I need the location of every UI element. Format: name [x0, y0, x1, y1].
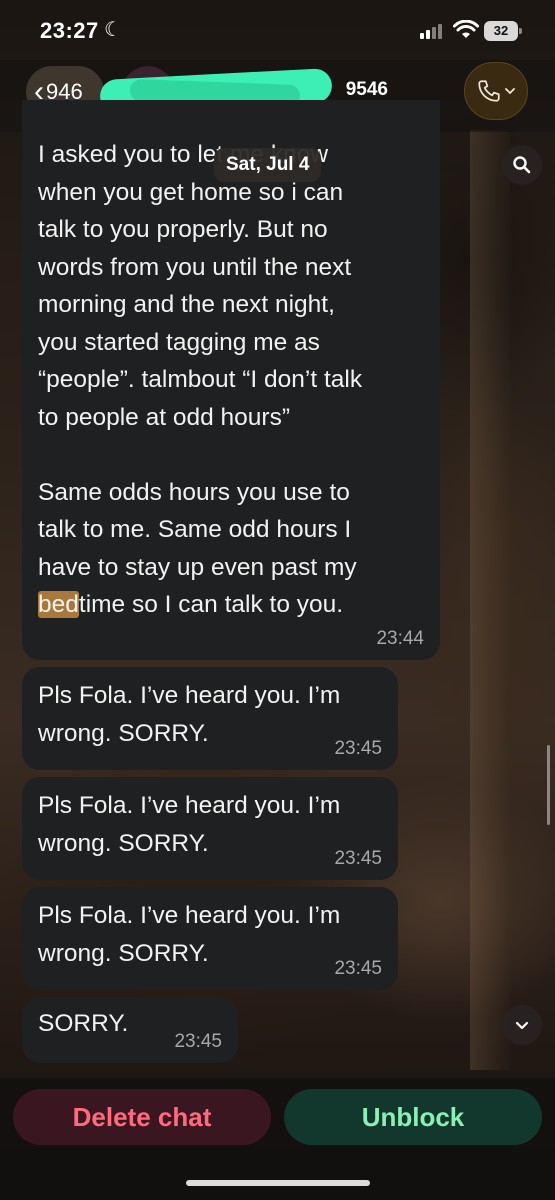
message-bubble[interactable]: I asked you to let me know when you get …: [22, 100, 440, 660]
search-button[interactable]: [502, 145, 542, 185]
message-bubble[interactable]: Pls Fola. I’ve heard you. I’m wrong. SOR…: [22, 887, 398, 990]
delete-chat-button[interactable]: Delete chat: [13, 1089, 271, 1145]
date-badge: Sat, Jul 4: [214, 148, 322, 182]
call-button[interactable]: [464, 62, 528, 120]
clock: 23:27: [40, 18, 99, 43]
battery-indicator: 32: [484, 21, 522, 41]
scroll-to-bottom-button[interactable]: [502, 1005, 542, 1045]
message-bubble[interactable]: SORRY. 23:45: [22, 997, 238, 1063]
chevron-down-icon: [505, 88, 515, 95]
message-bubble[interactable]: Pls Fola. I’ve heard you. I’m wrong. SOR…: [22, 777, 398, 880]
status-bar: 23:27 ☾ 32: [0, 0, 555, 60]
scrollbar[interactable]: [547, 745, 550, 825]
phone-icon: [478, 80, 500, 102]
search-highlight: bed: [38, 591, 79, 618]
unblock-button[interactable]: Unblock: [284, 1089, 542, 1145]
message-time: 23:45: [334, 848, 382, 869]
message-text: Pls Fola. I’ve heard you. I’m wrong. SOR…: [38, 682, 341, 747]
search-icon: [513, 156, 531, 174]
contact-number-suffix: 9546: [345, 79, 388, 100]
focus-moon-icon: ☾: [104, 19, 122, 41]
message-time: 23:45: [334, 738, 382, 759]
chevron-down-icon: [515, 1021, 529, 1030]
wifi-icon: [453, 20, 479, 38]
message-time: 23:44: [376, 628, 424, 649]
message-bubble[interactable]: Pls Fola. I’ve heard you. I’m wrong. SOR…: [22, 667, 398, 770]
cellular-signal-icon: [420, 24, 442, 39]
home-indicator: [186, 1180, 370, 1186]
message-time: 23:45: [174, 1031, 222, 1052]
wallpaper-detail: [470, 130, 510, 1070]
message-text: Pls Fola. I’ve heard you. I’m wrong. SOR…: [38, 792, 341, 857]
message-text: I asked you to let me know when you get …: [38, 141, 363, 618]
message-time: 23:45: [334, 958, 382, 979]
message-text: Pls Fola. I’ve heard you. I’m wrong. SOR…: [38, 902, 341, 967]
